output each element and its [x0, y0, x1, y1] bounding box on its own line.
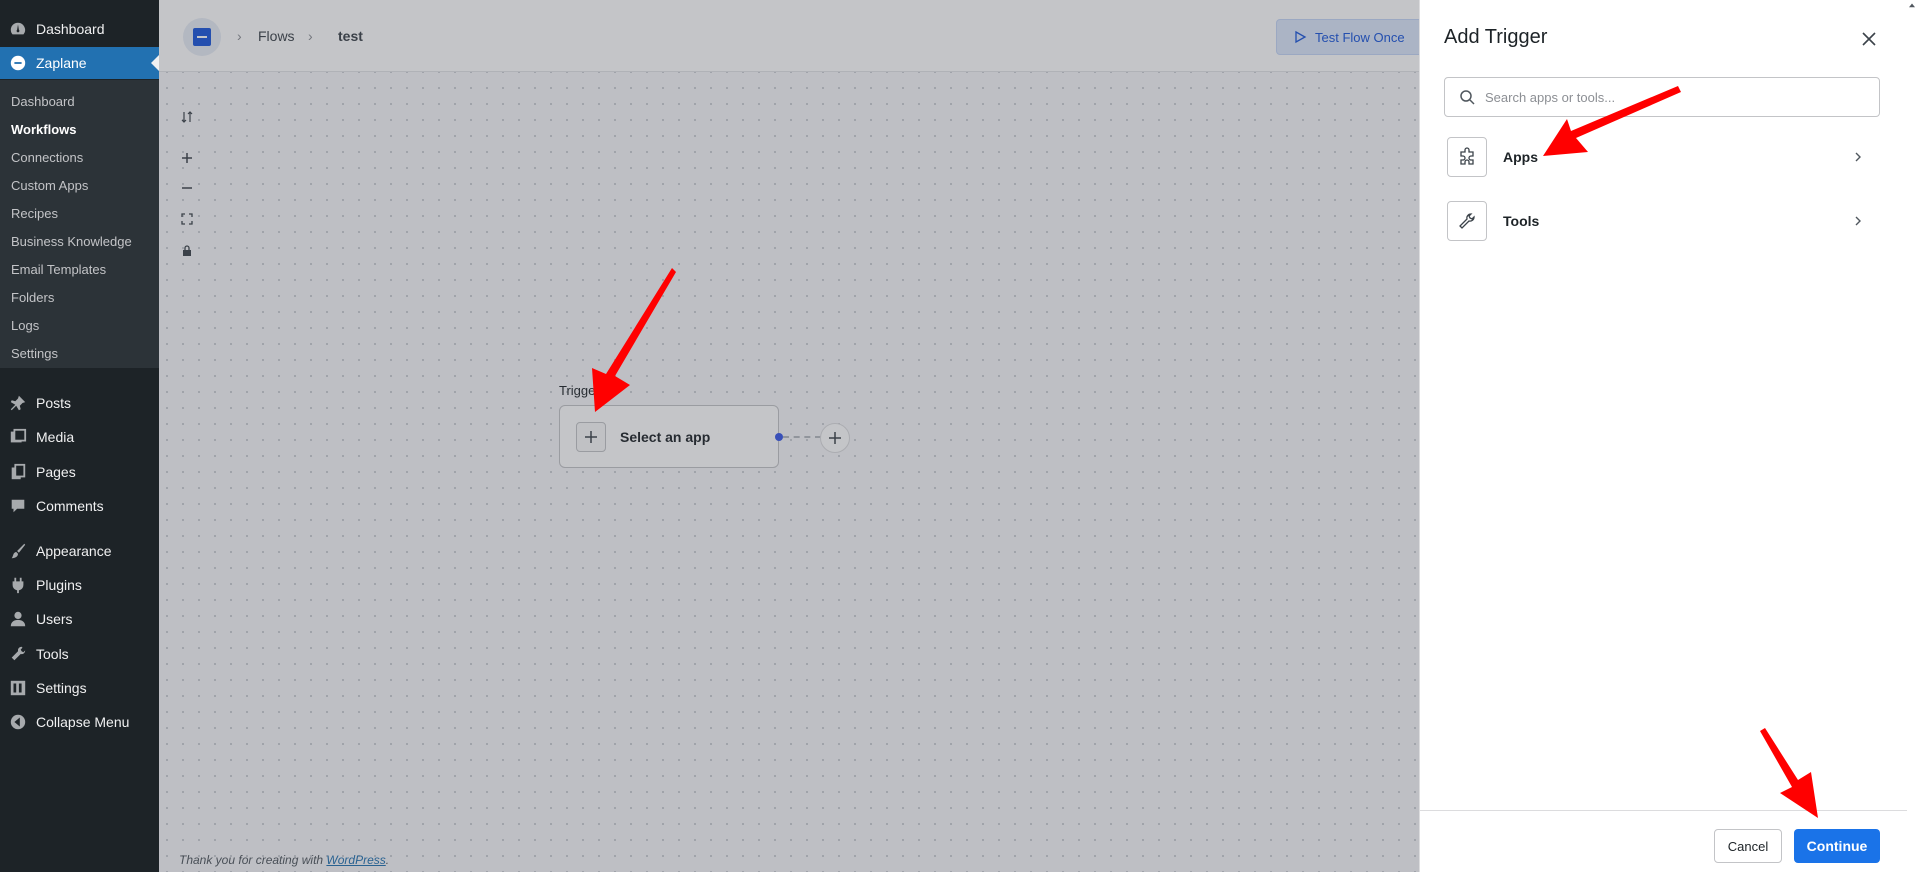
sidebar-item-label: Appearance — [36, 543, 112, 559]
sidebar-item-zaplane[interactable]: Zaplane — [0, 47, 159, 79]
tools-icon — [8, 644, 28, 664]
modal-backdrop[interactable] — [159, 0, 1419, 872]
submenu-folders[interactable]: Folders — [11, 290, 54, 306]
submenu-dashboard[interactable]: Dashboard — [11, 94, 75, 110]
sidebar-item-label: Zaplane — [36, 55, 87, 71]
scrollbar-up-arrow[interactable] — [1906, 0, 1918, 10]
submenu-settings[interactable]: Settings — [11, 346, 58, 362]
submenu-email-templates[interactable]: Email Templates — [11, 262, 106, 278]
option-apps[interactable]: Apps — [1444, 129, 1880, 185]
appearance-icon — [8, 541, 28, 561]
option-apps-label: Apps — [1503, 149, 1538, 165]
search-field[interactable] — [1444, 77, 1880, 117]
sidebar-item-posts[interactable]: Posts — [0, 387, 159, 419]
sidebar-item-media[interactable]: Media — [0, 421, 159, 453]
search-input[interactable] — [1485, 89, 1865, 105]
sidebar-item-settings[interactable]: Settings — [0, 672, 159, 704]
media-icon — [8, 427, 28, 447]
sidebar-item-label: Comments — [36, 498, 104, 514]
search-icon — [1460, 90, 1475, 105]
sidebar-item-plugins[interactable]: Plugins — [0, 569, 159, 601]
submenu-workflows[interactable]: Workflows — [11, 122, 77, 138]
option-tools-label: Tools — [1503, 213, 1540, 229]
submenu-custom-apps[interactable]: Custom Apps — [11, 178, 88, 194]
submenu-logs[interactable]: Logs — [11, 318, 39, 334]
dashboard-icon — [8, 19, 28, 39]
option-tools[interactable]: Tools — [1444, 193, 1880, 249]
continue-button[interactable]: Continue — [1794, 829, 1880, 863]
close-button[interactable] — [1858, 28, 1880, 50]
pages-icon — [8, 462, 28, 482]
puzzle-icon — [1447, 137, 1487, 177]
add-trigger-drawer: Add Trigger Apps Tools Cancel Continue — [1419, 0, 1918, 872]
drawer-title: Add Trigger — [1444, 26, 1548, 48]
sidebar-item-comments[interactable]: Comments — [0, 490, 159, 522]
sidebar-item-label: Settings — [36, 680, 87, 696]
sidebar-item-tools[interactable]: Tools — [0, 638, 159, 670]
sidebar-item-dashboard[interactable]: Dashboard — [0, 13, 159, 45]
sidebar-item-users[interactable]: Users — [0, 603, 159, 635]
submenu-recipes[interactable]: Recipes — [11, 206, 58, 222]
sidebar-item-appearance[interactable]: Appearance — [0, 535, 159, 567]
sidebar-collapse-menu[interactable]: Collapse Menu — [0, 706, 159, 738]
close-icon — [1862, 32, 1876, 46]
submenu-connections[interactable]: Connections — [11, 150, 83, 166]
sidebar-item-label: Dashboard — [36, 21, 105, 37]
sidebar-item-pages[interactable]: Pages — [0, 456, 159, 488]
plugins-icon — [8, 575, 28, 595]
users-icon — [8, 609, 28, 629]
pin-icon — [8, 393, 28, 413]
sidebar-item-label: Plugins — [36, 577, 82, 593]
sidebar-item-label: Collapse Menu — [36, 714, 130, 730]
submenu-business-knowledge[interactable]: Business Knowledge — [11, 234, 132, 250]
sidebar-item-label: Users — [36, 611, 73, 627]
zaplane-icon — [8, 53, 28, 73]
drawer-footer: Cancel Continue — [1420, 810, 1907, 872]
zaplane-submenu: Dashboard Workflows Connections Custom A… — [0, 80, 159, 368]
sidebar-item-label: Media — [36, 429, 75, 445]
chevron-right-icon — [1855, 216, 1861, 226]
cancel-button[interactable]: Cancel — [1714, 829, 1782, 863]
settings-icon — [8, 678, 28, 698]
sidebar-item-label: Tools — [36, 646, 69, 662]
comments-icon — [8, 496, 28, 516]
sidebar-item-label: Posts — [36, 395, 72, 411]
collapse-icon — [8, 712, 28, 732]
sidebar-item-label: Pages — [36, 464, 76, 480]
chevron-right-icon — [1855, 152, 1861, 162]
wrench-icon — [1447, 201, 1487, 241]
wp-admin-sidebar: Dashboard Zaplane Dashboard Workflows Co… — [0, 0, 159, 872]
